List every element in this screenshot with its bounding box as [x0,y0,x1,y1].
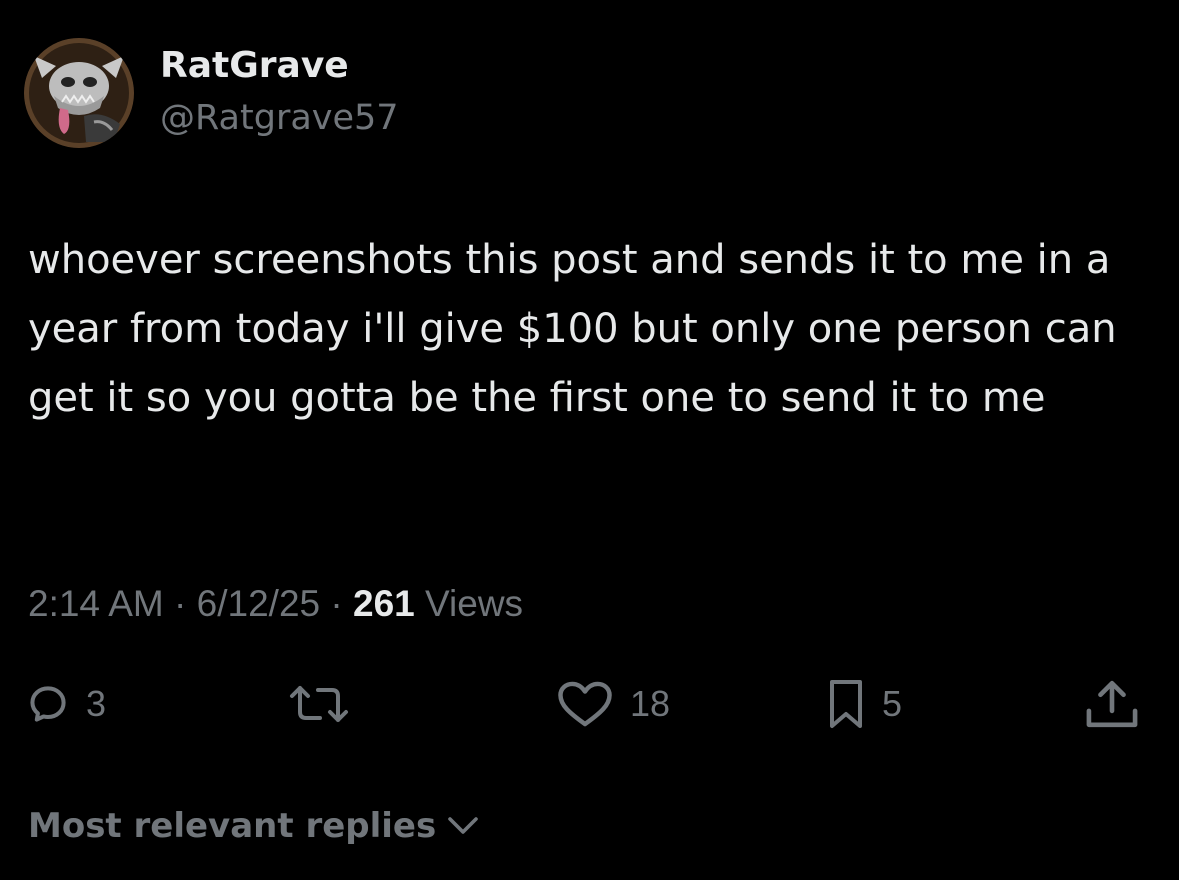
reply-icon [30,686,66,722]
like-count: 18 [630,683,671,724]
author-display-name[interactable]: RatGrave [160,44,349,88]
like-button[interactable]: 18 [556,676,670,732]
bookmark-icon [830,680,862,728]
repost-icon [290,686,348,722]
replies-sort-label: Most relevant replies [28,806,437,846]
post-time[interactable]: 2:14 AM [28,583,164,624]
bookmark-button[interactable]: 5 [826,676,902,732]
skull-creature-avatar-icon [24,38,134,148]
post-meta: 2:14 AM · 6/12/25 · 261 Views [28,582,523,626]
chevron-down-icon [448,817,479,834]
post-text: whoever screenshots this post and sends … [28,237,1117,421]
replies-sort-dropdown[interactable]: Most relevant replies [28,804,480,848]
views-count: 261 [353,583,415,624]
views-label: Views [414,583,524,624]
avatar[interactable] [24,38,134,148]
reply-button[interactable]: 3 [26,676,106,732]
author-handle[interactable]: @Ratgrave57 [160,96,399,140]
repost-button[interactable] [286,676,352,732]
share-icon [1086,680,1138,728]
reply-count: 3 [86,683,107,724]
post-date[interactable]: 6/12/25 [197,583,320,624]
share-button[interactable] [1082,676,1142,732]
meta-separator: · [320,583,353,624]
meta-separator: · [163,583,197,624]
heart-icon [558,681,612,727]
bookmark-count: 5 [882,683,903,724]
